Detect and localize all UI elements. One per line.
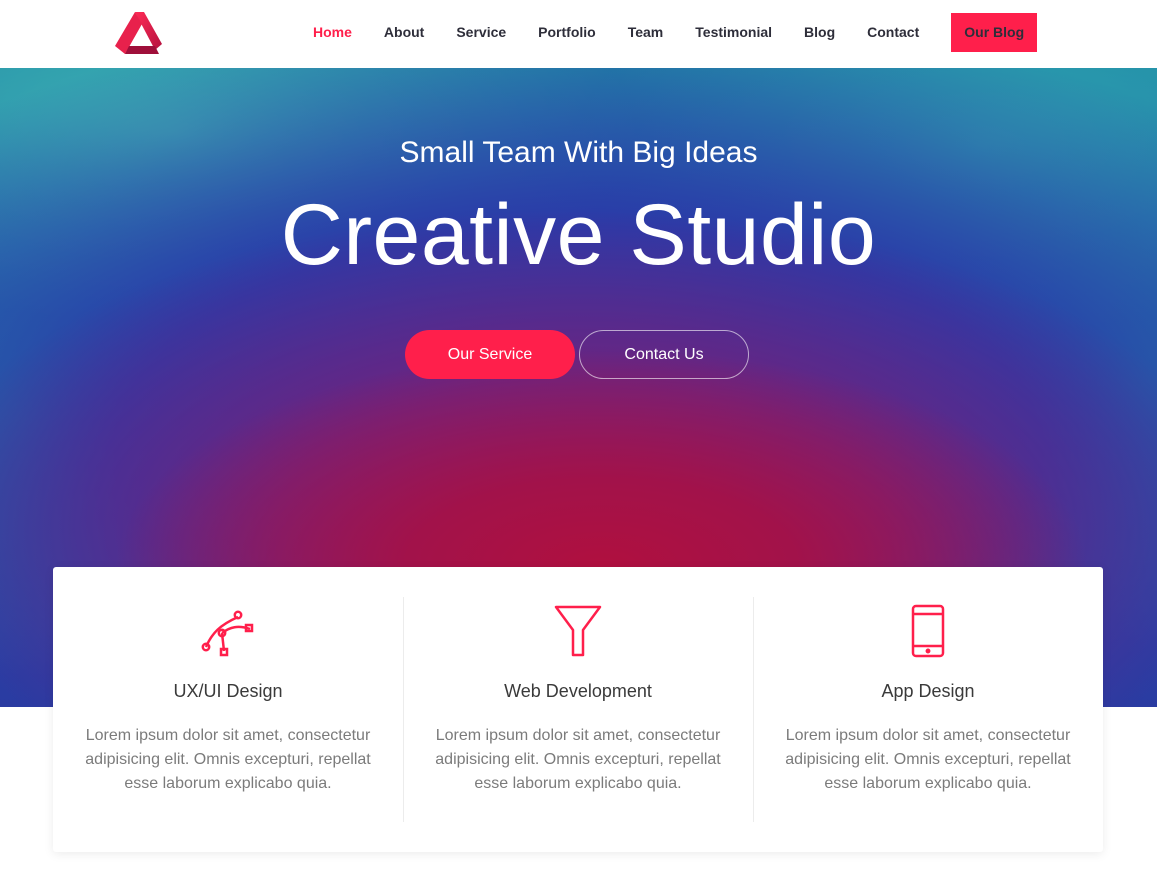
nav-link-service[interactable]: Service <box>440 24 522 40</box>
top-navbar: Home About Service Portfolio Team Testim… <box>0 0 1157 68</box>
hero-buttons: Our Service Contact Us <box>405 330 749 379</box>
our-blog-button[interactable]: Our Blog <box>951 12 1038 52</box>
nav-link-portfolio[interactable]: Portfolio <box>522 24 612 40</box>
funnel-icon <box>554 605 602 657</box>
service-item-ux-ui: UX/UI Design Lorem ipsum dolor sit amet,… <box>53 567 403 852</box>
service-title: App Design <box>881 681 975 701</box>
service-item-web-development: Web Development Lorem ipsum dolor sit am… <box>403 567 753 852</box>
main-menu: Home About Service Portfolio Team Testim… <box>297 0 1038 64</box>
nav-link-contact[interactable]: Contact <box>851 24 935 40</box>
nav-link-blog[interactable]: Blog <box>788 24 851 40</box>
service-item-app-design: App Design Lorem ipsum dolor sit amet, c… <box>753 567 1103 852</box>
triangle-logo-icon[interactable] <box>113 10 163 55</box>
service-title: Web Development <box>504 681 652 701</box>
hero-title: Creative Studio <box>280 187 877 283</box>
nav-link-team[interactable]: Team <box>612 24 680 40</box>
vector-pen-icon <box>201 610 254 657</box>
service-description: Lorem ipsum dolor sit amet, consectetur … <box>435 727 721 792</box>
nav-link-testimonial[interactable]: Testimonial <box>679 24 788 40</box>
service-title: UX/UI Design <box>173 681 283 701</box>
service-description: Lorem ipsum dolor sit amet, consectetur … <box>785 727 1071 792</box>
nav-link-about[interactable]: About <box>368 24 440 40</box>
tablet-icon <box>911 604 945 658</box>
contact-us-button[interactable]: Contact Us <box>579 330 749 379</box>
our-service-button[interactable]: Our Service <box>405 330 575 379</box>
hero-subtitle: Small Team With Big Ideas <box>399 136 758 169</box>
nav-link-home[interactable]: Home <box>297 24 368 40</box>
services-card: UX/UI Design Lorem ipsum dolor sit amet,… <box>53 567 1103 852</box>
service-description: Lorem ipsum dolor sit amet, consectetur … <box>85 727 371 792</box>
